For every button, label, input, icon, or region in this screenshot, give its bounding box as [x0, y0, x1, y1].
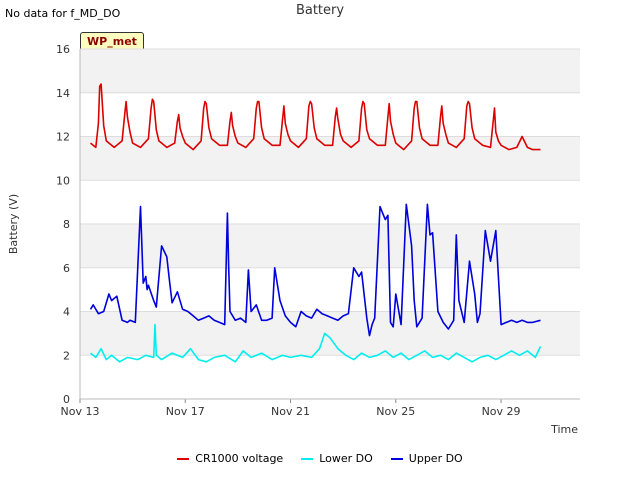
- legend-item-cr1000: CR1000 voltage: [177, 452, 283, 465]
- legend-label-lower-do: Lower DO: [319, 452, 373, 465]
- x-tick-label: Nov 25: [376, 405, 415, 418]
- y-tick-label: 10: [56, 174, 70, 187]
- y-axis-label: Battery (V): [7, 194, 20, 254]
- x-tick-label: Nov 29: [482, 405, 521, 418]
- grid-band: [80, 224, 580, 268]
- y-tick-label: 16: [56, 43, 70, 56]
- legend-label-upper-do: Upper DO: [408, 452, 463, 465]
- chart-legend: CR1000 voltage Lower DO Upper DO: [0, 452, 640, 465]
- legend-swatch-cr1000: [177, 457, 190, 460]
- y-tick-label: 2: [63, 349, 70, 362]
- legend-item-upper-do: Upper DO: [390, 452, 463, 465]
- x-axis-label: Time: [550, 423, 578, 436]
- grid-band: [80, 49, 580, 93]
- y-tick-label: 8: [63, 218, 70, 231]
- grid-band: [80, 136, 580, 181]
- legend-swatch-lower-do: [301, 457, 314, 460]
- y-tick-label: 4: [63, 306, 70, 319]
- battery-chart: 0246810121416Nov 13 Nov 17 Nov 21 Nov 25 Nov…: [7, 43, 580, 436]
- y-tick-label: 12: [56, 131, 70, 144]
- legend-item-lower-do: Lower DO: [301, 452, 373, 465]
- legend-label-cr1000: CR1000 voltage: [195, 452, 284, 465]
- x-tick-label: Nov 17: [166, 405, 205, 418]
- y-tick-label: 14: [56, 87, 70, 100]
- x-tick-label: Nov 13: [61, 405, 100, 418]
- x-tick-label: Nov 21: [271, 405, 310, 418]
- legend-swatch-upper-do: [390, 457, 403, 460]
- y-tick-label: 6: [63, 262, 70, 275]
